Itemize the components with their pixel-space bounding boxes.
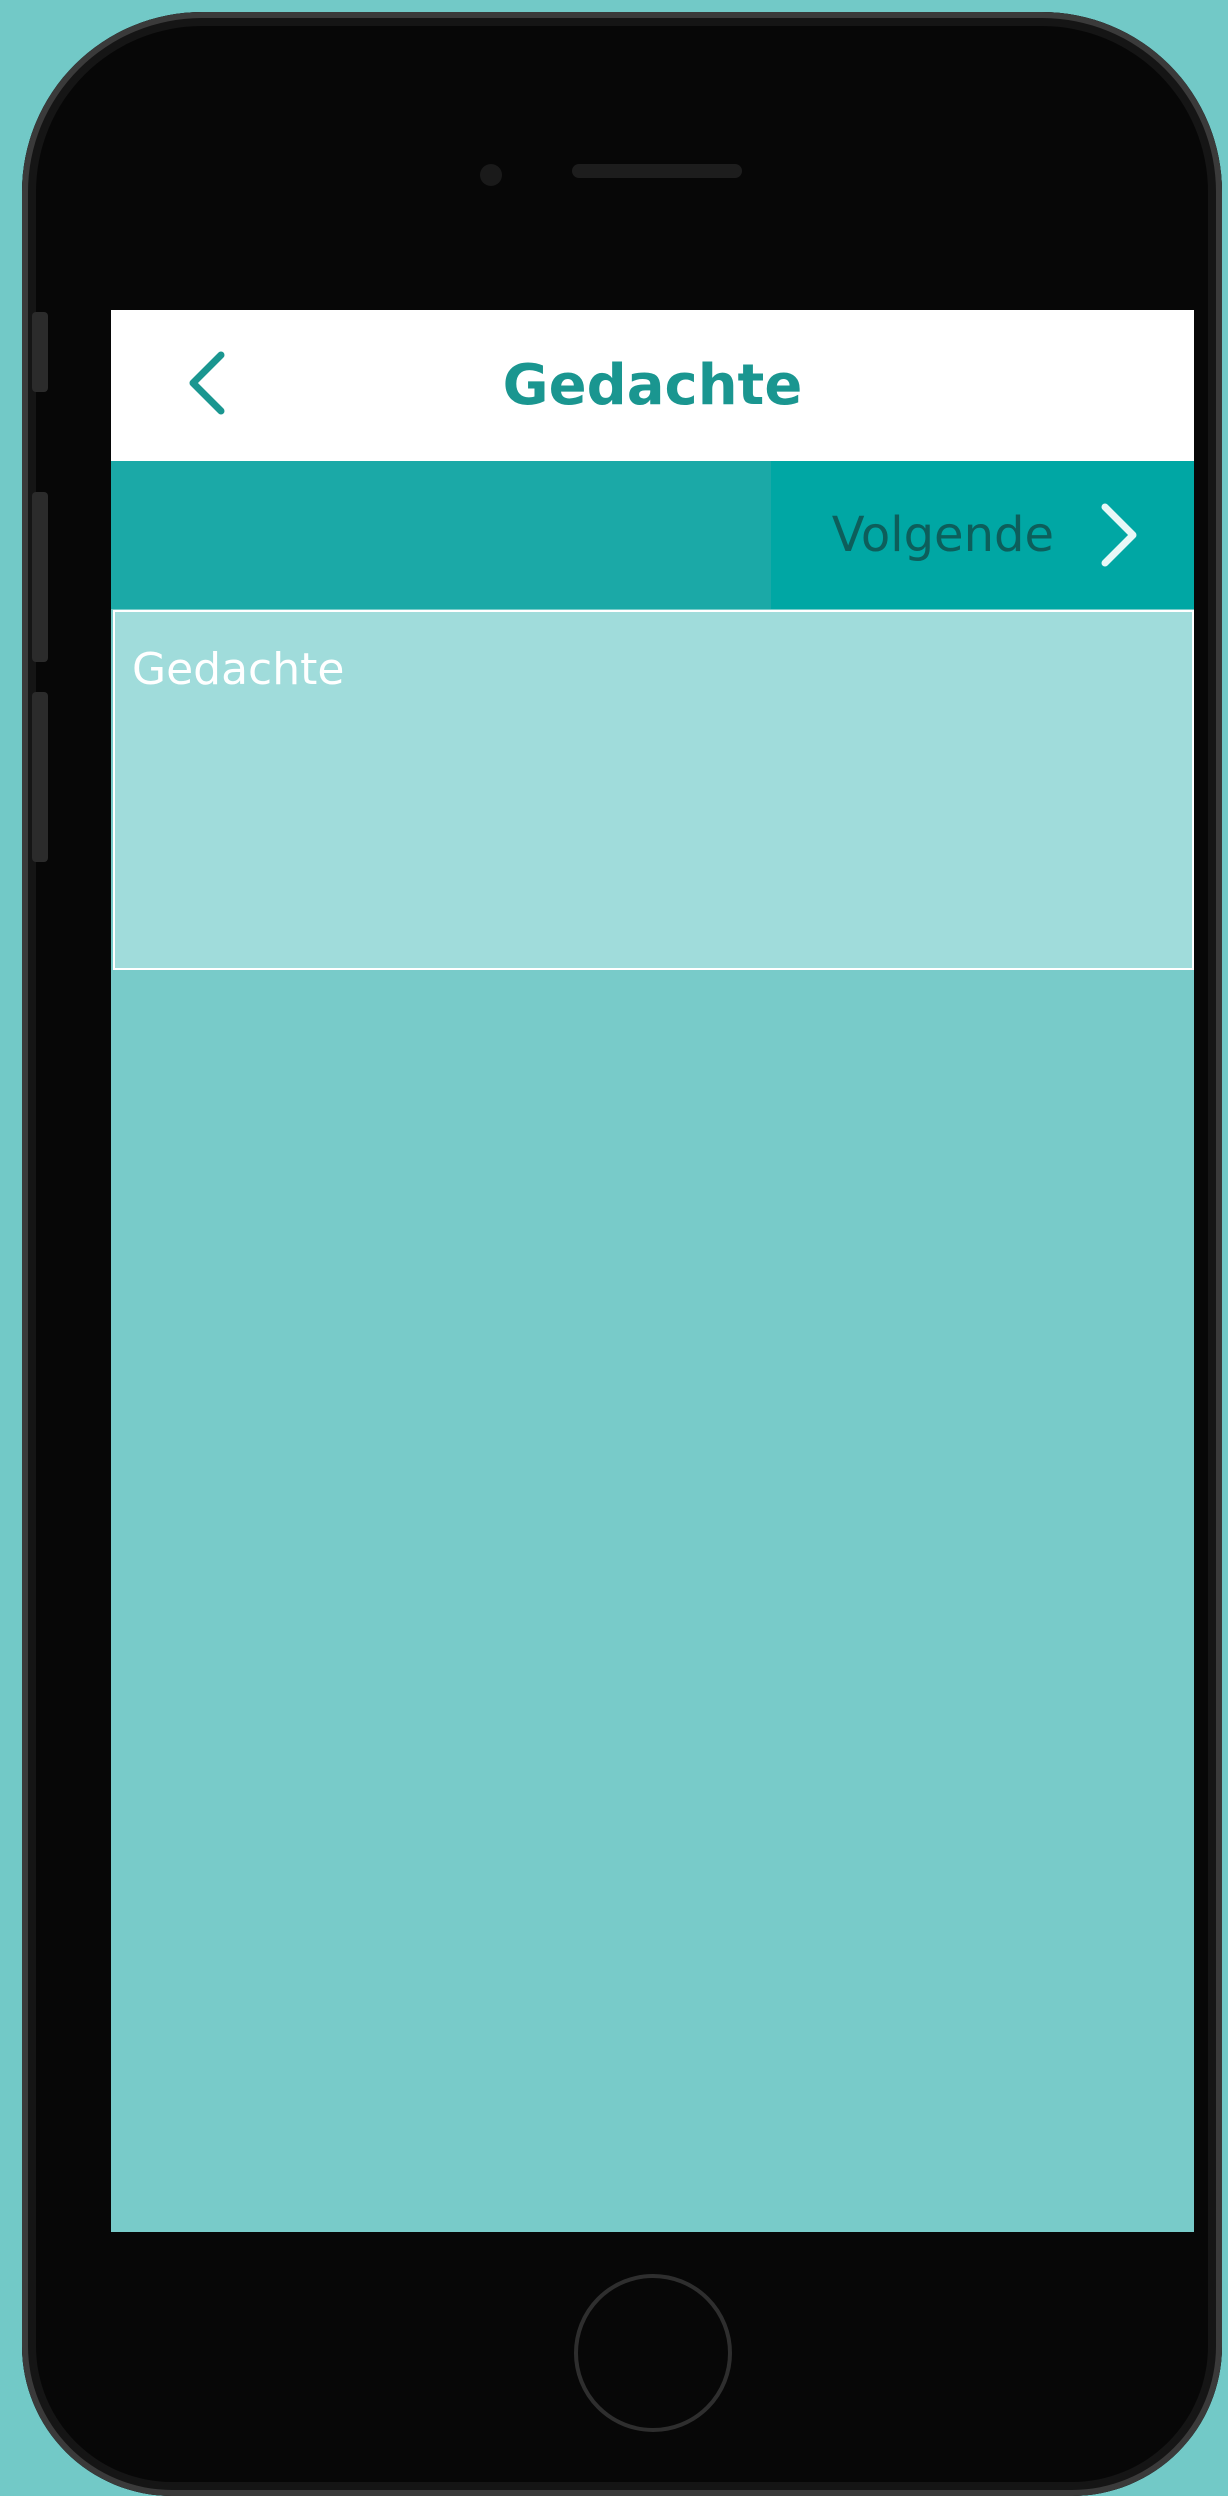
volume-down-button [32,692,48,862]
mute-switch [32,312,48,392]
thought-input-field[interactable]: Gedachte [113,610,1194,970]
navigation-bar: Gedachte [111,310,1194,461]
volume-up-button [32,492,48,662]
earpiece-speaker [572,164,742,178]
page-title: Gedachte [502,353,803,418]
page-background: Gedachte Volgende Gedachte [0,0,1228,2496]
thought-field-label: Gedachte [132,644,345,695]
back-button[interactable] [171,350,241,420]
chevron-left-icon [185,351,227,419]
content-area [111,972,1194,2232]
front-camera [480,164,502,186]
phone-frame: Gedachte Volgende Gedachte [22,12,1222,2496]
step-navigation-bar: Volgende [111,461,1194,609]
next-button-label: Volgende [831,507,1054,563]
app-screen: Gedachte Volgende Gedachte [111,310,1194,2232]
next-button[interactable]: Volgende [771,461,1194,609]
chevron-right-icon [1094,503,1146,567]
home-button[interactable] [574,2274,732,2432]
